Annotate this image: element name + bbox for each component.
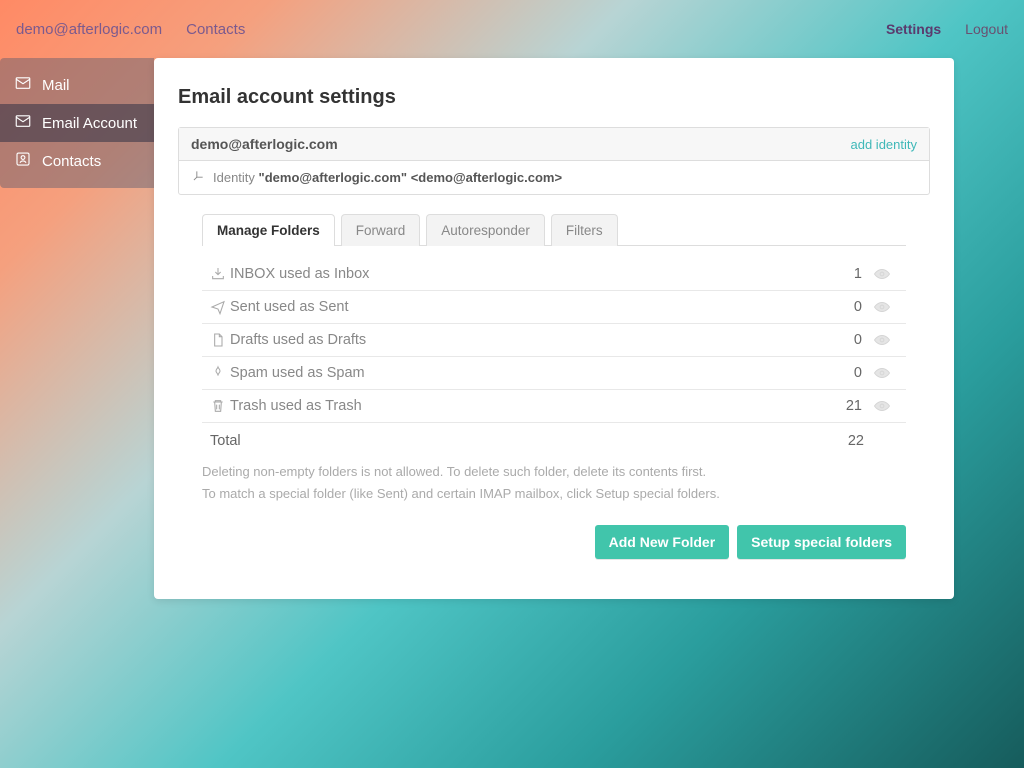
sent-icon	[206, 299, 230, 315]
folder-panel: INBOX used as Inbox 1 Sent used as Sent …	[202, 245, 906, 455]
tab-forward[interactable]: Forward	[341, 214, 421, 246]
folder-name: Trash used as Trash	[230, 398, 822, 414]
eye-icon[interactable]	[862, 331, 902, 349]
spam-icon	[206, 365, 230, 381]
envelope-icon	[14, 74, 32, 96]
folder-count: 0	[822, 299, 862, 315]
account-email: demo@afterlogic.com	[191, 136, 338, 152]
total-label: Total	[206, 433, 822, 449]
folder-count: 0	[822, 365, 862, 381]
identity-row[interactable]: Identity "demo@afterlogic.com" <demo@aft…	[179, 161, 929, 194]
help-text: Deleting non-empty folders is not allowe…	[202, 461, 906, 505]
folder-row-inbox[interactable]: INBOX used as Inbox 1	[202, 258, 906, 291]
identity-text: Identity "demo@afterlogic.com" <demo@aft…	[213, 170, 562, 185]
add-new-folder-button[interactable]: Add New Folder	[595, 525, 730, 559]
folder-row-spam[interactable]: Spam used as Spam 0	[202, 357, 906, 390]
total-count: 22	[822, 433, 902, 449]
add-identity-link[interactable]: add identity	[851, 137, 918, 152]
folder-name: Spam used as Spam	[230, 365, 822, 381]
topbar-contacts[interactable]: Contacts	[186, 21, 245, 38]
account-box: demo@afterlogic.com add identity Identit…	[178, 127, 930, 195]
collapse-arrow-icon	[191, 169, 205, 186]
setup-special-folders-button[interactable]: Setup special folders	[737, 525, 906, 559]
drafts-icon	[206, 332, 230, 348]
sidebar-item-contacts[interactable]: Contacts	[0, 142, 154, 180]
button-row: Add New Folder Setup special folders	[202, 525, 906, 559]
help-line-1: Deleting non-empty folders is not allowe…	[202, 461, 906, 483]
folder-name: Drafts used as Drafts	[230, 332, 822, 348]
folder-count: 21	[822, 398, 862, 414]
eye-icon[interactable]	[862, 298, 902, 316]
inbox-icon	[206, 266, 230, 282]
tab-manage-folders[interactable]: Manage Folders	[202, 214, 335, 246]
trash-icon	[206, 398, 230, 414]
sidebar-item-mail[interactable]: Mail	[0, 66, 154, 104]
content-panel: Email account settings demo@afterlogic.c…	[154, 58, 954, 599]
folder-name: INBOX used as Inbox	[230, 266, 822, 282]
eye-icon[interactable]	[862, 397, 902, 415]
folder-row-trash[interactable]: Trash used as Trash 21	[202, 390, 906, 423]
tab-filters[interactable]: Filters	[551, 214, 618, 246]
sidebar-item-label: Mail	[42, 77, 70, 94]
folder-row-drafts[interactable]: Drafts used as Drafts 0	[202, 324, 906, 357]
page-title: Email account settings	[178, 86, 930, 109]
folder-count: 0	[822, 332, 862, 348]
folder-row-sent[interactable]: Sent used as Sent 0	[202, 291, 906, 324]
topbar-email[interactable]: demo@afterlogic.com	[16, 21, 162, 38]
folder-name: Sent used as Sent	[230, 299, 822, 315]
sidebar: Mail Email Account Contacts	[0, 58, 154, 188]
sidebar-item-label: Email Account	[42, 115, 137, 132]
total-row: Total 22	[202, 423, 906, 455]
tab-autoresponder[interactable]: Autoresponder	[426, 214, 545, 246]
contacts-icon	[14, 150, 32, 172]
envelope-icon	[14, 112, 32, 134]
eye-icon[interactable]	[862, 265, 902, 283]
topbar-logout[interactable]: Logout	[965, 21, 1008, 37]
tabs: Manage Folders Forward Autoresponder Fil…	[202, 213, 930, 245]
account-header: demo@afterlogic.com add identity	[179, 128, 929, 161]
sidebar-item-label: Contacts	[42, 153, 101, 170]
sidebar-item-email-account[interactable]: Email Account	[0, 104, 154, 142]
topbar: demo@afterlogic.com Contacts Settings Lo…	[0, 0, 1024, 58]
help-line-2: To match a special folder (like Sent) an…	[202, 483, 906, 505]
eye-icon[interactable]	[862, 364, 902, 382]
folder-count: 1	[822, 266, 862, 282]
topbar-settings[interactable]: Settings	[886, 21, 941, 37]
